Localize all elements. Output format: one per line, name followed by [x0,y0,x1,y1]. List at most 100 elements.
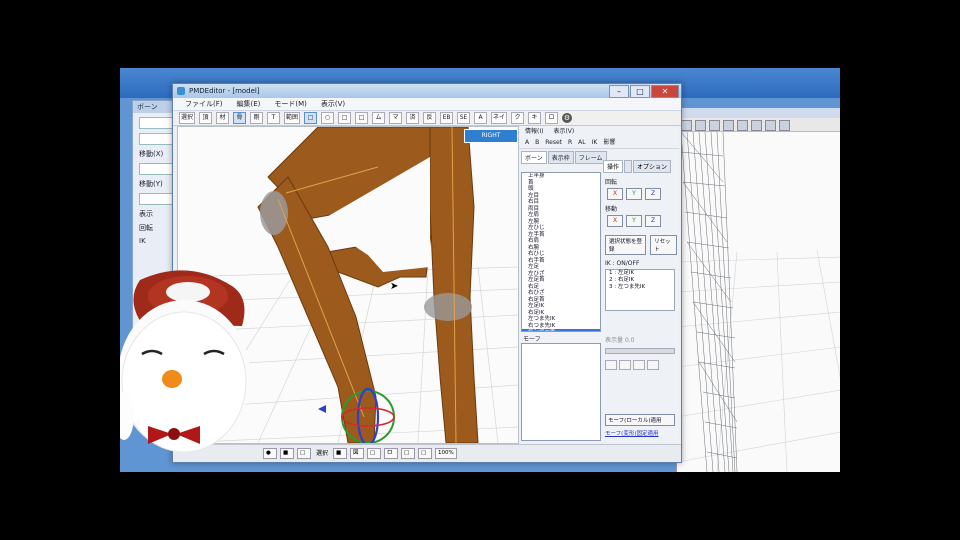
tool-ro[interactable]: ロ [545,112,559,124]
tool-icon[interactable] [695,120,706,131]
status-item[interactable]: □ [401,448,416,459]
tool-bone[interactable]: 骨 [233,112,247,124]
status-item[interactable]: ■ [333,448,348,459]
side-btn-r[interactable]: R [568,137,572,148]
tool-select[interactable]: 選択 [179,112,196,124]
rotate-z-button[interactable]: Z [645,188,661,200]
register-selection-button[interactable]: 選択状態を登録 [605,235,647,255]
tool-icon[interactable] [751,120,762,131]
status-item[interactable]: □ [367,448,382,459]
tool-rigid[interactable]: 剛 [250,112,264,124]
side-btn-b[interactable]: B [535,137,539,148]
slider-btn[interactable] [619,360,631,370]
reset-selection-button[interactable]: リセット [650,235,677,255]
bone-control-panel: 操作 オプション 回転 X Y Z 移動 X Y Z 選択状態を登録 リセット … [603,160,677,370]
menu-mode[interactable]: モード(M) [274,98,307,110]
maximize-button[interactable]: □ [630,85,650,98]
app-icon [177,87,185,95]
tool-icon[interactable] [709,120,720,131]
side-menu-info[interactable]: 情報(I) [525,126,543,137]
menu-view[interactable]: 表示(V) [321,98,345,110]
desktop: ボーン 移動(X) 移動(Y) 表示 回転 IK PMDEditor - [mo… [120,68,840,472]
tool-box-a[interactable]: □ [338,112,352,124]
slider-label-text: 表示量 [605,337,624,344]
status-item[interactable]: 図 [350,448,365,459]
gear-icon[interactable]: ⚙ [562,113,573,123]
bone-list-item[interactable]: センター先 [522,329,600,331]
bg-right-toolbar [677,118,840,132]
tool-a[interactable]: A [474,112,488,124]
tool-rect[interactable]: □ [304,112,318,124]
tool-range[interactable]: 範囲 [284,112,301,124]
bone-panel: 情報(I) 表示(V) A B Reset R AL IK 影響 ボーン 表示枠… [519,126,679,442]
morph-fixed-apply-link[interactable]: モーフ(変形)固定適用 [605,429,675,437]
ctrl-tab-option[interactable]: オプション [633,160,672,173]
ik-list[interactable]: 1 : 左足IK 2 : 右足IK 3 : 左つま先IK [605,269,675,311]
tool-mu[interactable]: ム [372,112,386,124]
main-titlebar[interactable]: PMDEditor - [model] – □ ✕ [173,84,681,98]
rotate-y-button[interactable]: Y [626,188,642,200]
menu-edit[interactable]: 編集(E) [237,98,261,110]
reset-button[interactable]: Reset [545,137,562,148]
ik-item[interactable]: 1 : 左足IK [606,270,674,277]
morph-list[interactable] [521,343,601,441]
slider-btn[interactable] [647,360,659,370]
slider-btn[interactable] [633,360,645,370]
tool-nei[interactable]: ネイ [491,112,508,124]
ik-item[interactable]: 3 : 左つま先IK [606,284,674,291]
move-z-button[interactable]: Z [645,215,661,227]
rotate-x-button[interactable]: X [607,188,623,200]
ik-item[interactable]: 2 : 右足IK [606,277,674,284]
tool-ku[interactable]: ク [511,112,525,124]
view-cube[interactable]: RIGHT [464,129,518,143]
tool-t[interactable]: T [267,112,281,124]
side-menu-view[interactable]: 表示(V) [553,126,574,137]
tab-display-frame[interactable]: 表示枠 [547,151,574,164]
status-item[interactable]: □ [418,448,433,459]
tool-vertex[interactable]: 頂 [199,112,213,124]
mascot-character [120,270,250,453]
status-item[interactable]: ロ [384,448,399,459]
background-window-right[interactable] [676,108,840,472]
tool-se[interactable]: SE [457,112,471,124]
wireframe-viewport[interactable] [676,131,840,472]
status-item[interactable]: ■ [280,448,294,459]
tool-circle[interactable]: ○ [321,112,335,124]
tool-done[interactable]: 済 [406,112,420,124]
status-item[interactable]: □ [297,448,311,459]
register-row: 選択状態を登録 リセット [603,235,677,255]
ctrl-tab-operate[interactable]: 操作 [603,160,624,173]
tool-icon[interactable] [723,120,734,131]
slider-btn[interactable] [605,360,617,370]
side-btn-ik[interactable]: IK [592,137,598,148]
tool-icon[interactable] [779,120,790,131]
window-controls: – □ ✕ [609,85,679,98]
display-slider[interactable] [605,348,675,354]
tool-eb[interactable]: EB [440,112,454,124]
tool-ki[interactable]: キ [528,112,542,124]
move-x-button[interactable]: X [607,215,623,227]
ctrl-tab-middle[interactable] [624,160,633,173]
move-y-button[interactable]: Y [626,215,642,227]
side-btn-influence[interactable]: 影響 [603,137,615,148]
minimize-button[interactable]: – [609,85,629,98]
tool-icon[interactable] [765,120,776,131]
tool-icon[interactable] [681,120,692,131]
tab-frame[interactable]: フレーム [574,151,607,164]
tool-reverse[interactable]: 反 [423,112,437,124]
tool-ma[interactable]: マ [389,112,403,124]
slider-label: 表示量 0.0 [603,335,677,344]
morph-local-apply-button[interactable]: モーフ(ローカル)適用 [605,414,675,426]
status-select-label: 選択 [316,450,329,457]
mouse-cursor-icon: ➤ [390,281,399,292]
side-btn-al[interactable]: AL [578,137,585,148]
zoom-select[interactable]: 100% [435,448,457,459]
tool-box-b[interactable]: □ [355,112,369,124]
side-btn-a[interactable]: A [525,137,529,148]
tool-material[interactable]: 材 [216,112,230,124]
tool-icon[interactable] [737,120,748,131]
close-button[interactable]: ✕ [651,85,679,98]
menu-file[interactable]: ファイル(F) [185,98,223,110]
tab-bone[interactable]: ボーン [521,151,547,164]
bone-list[interactable]: 上半身首頭左目 右目 両目 左肩 左腕 左ひじ 左手首 右肩 右腕 右ひじ 右手首 左足 左ひざ 左足首右… [521,172,601,332]
